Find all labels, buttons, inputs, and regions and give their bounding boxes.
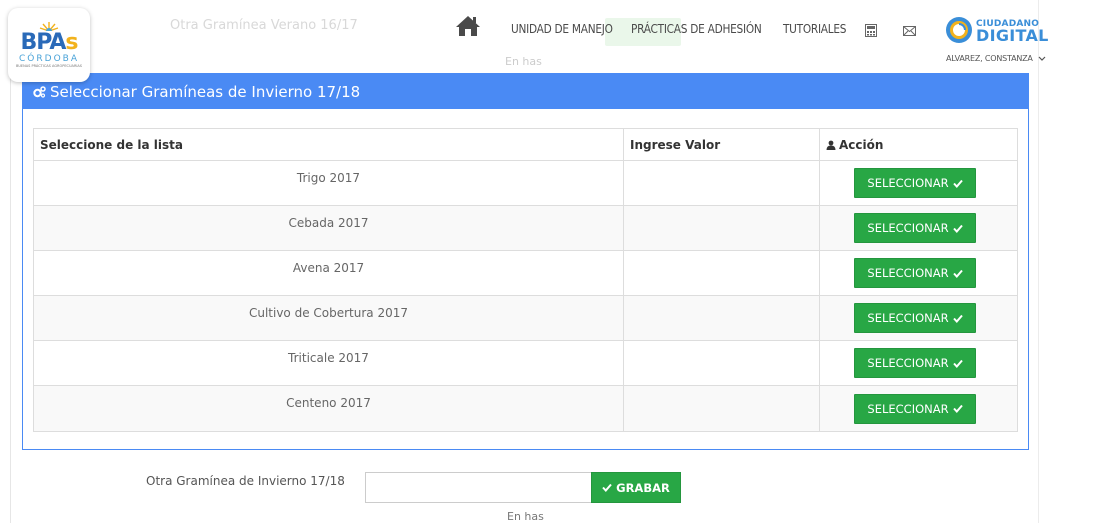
table-row: Cultivo de Cobertura 2017 SELECCIONAR xyxy=(34,296,1017,341)
panel-title: Seleccionar Gramíneas de Invierno 17/18 xyxy=(50,82,361,101)
table-row: Avena 2017 SELECCIONAR xyxy=(34,251,1017,296)
save-button-label: GRABAR xyxy=(616,480,670,495)
row-value-cell[interactable] xyxy=(624,341,820,385)
logo-wordmark-s: s xyxy=(65,30,78,55)
check-icon xyxy=(952,179,963,188)
user-name: ALVAREZ, CONSTANZA xyxy=(946,54,1033,63)
check-icon xyxy=(952,314,963,323)
calculator-icon[interactable] xyxy=(864,24,877,37)
row-value-cell[interactable] xyxy=(624,251,820,295)
background-frame-left xyxy=(10,70,11,523)
check-icon xyxy=(602,483,612,492)
chevron-down-icon xyxy=(1038,56,1046,61)
table-header: Seleccione de la lista Ingrese Valor Acc… xyxy=(34,129,1017,161)
column-header-action-label: Acción xyxy=(839,137,884,152)
cogs-icon xyxy=(33,85,46,98)
table-row: Triticale 2017 SELECCIONAR xyxy=(34,341,1017,386)
logo-wordmark: BPAs xyxy=(20,30,78,55)
row-value-cell[interactable] xyxy=(624,386,820,431)
form-hint: En has xyxy=(507,510,544,523)
check-icon xyxy=(952,404,963,413)
nav-unidad-de-manejo[interactable]: UNIDAD DE MANEJO xyxy=(511,22,613,36)
other-grass-label: Otra Gramínea de Invierno 17/18 xyxy=(146,474,345,488)
select-button-trigo[interactable]: SELECCIONAR xyxy=(854,168,976,198)
page: Otra Gramínea Verano 16/17 En has BPAs C… xyxy=(0,0,1112,523)
check-icon xyxy=(952,269,963,278)
table-row: Centeno 2017 SELECCIONAR xyxy=(34,386,1017,431)
select-button-label: SELECCIONAR xyxy=(867,176,949,190)
column-header-name: Seleccione de la lista xyxy=(34,129,624,160)
select-button-cultivo-de-cobertura[interactable]: SELECCIONAR xyxy=(854,303,976,333)
row-name: Centeno 2017 xyxy=(34,386,624,431)
row-name: Cebada 2017 xyxy=(34,206,624,250)
nav-practicas-de-adhesion[interactable]: PRÁCTICAS DE ADHESIÓN xyxy=(631,22,762,36)
grasses-table: Seleccione de la lista Ingrese Valor Acc… xyxy=(33,128,1018,432)
select-button-label: SELECCIONAR xyxy=(867,356,949,370)
column-header-action: Acción xyxy=(820,129,1017,160)
background-hint: En has xyxy=(505,55,542,68)
select-button-cebada[interactable]: SELECCIONAR xyxy=(854,213,976,243)
top-nav: UNIDAD DE MANEJO PRÁCTICAS DE ADHESIÓN T… xyxy=(455,14,936,44)
row-name: Trigo 2017 xyxy=(34,161,624,205)
ciudadano-digital-logo[interactable]: CIUDADANO DIGITAL xyxy=(945,16,1049,44)
select-button-label: SELECCIONAR xyxy=(867,221,949,235)
nav-tutoriales[interactable]: TUTORIALES xyxy=(783,22,847,36)
select-button-label: SELECCIONAR xyxy=(867,266,949,280)
row-action-cell: SELECCIONAR xyxy=(820,386,1017,431)
row-value-cell[interactable] xyxy=(624,296,820,340)
logo-wordmark-main: BPA xyxy=(20,30,66,55)
select-button-avena[interactable]: SELECCIONAR xyxy=(854,258,976,288)
background-frame-right xyxy=(1038,0,1039,523)
select-button-triticale[interactable]: SELECCIONAR xyxy=(854,348,976,378)
row-action-cell: SELECCIONAR xyxy=(820,206,1017,250)
table-row: Cebada 2017 SELECCIONAR xyxy=(34,206,1017,251)
row-value-cell[interactable] xyxy=(624,206,820,250)
table-row: Trigo 2017 SELECCIONAR xyxy=(34,161,1017,206)
row-action-cell: SELECCIONAR xyxy=(820,296,1017,340)
other-grass-input[interactable] xyxy=(365,472,592,503)
user-icon xyxy=(826,140,836,150)
logo-subtitle: CÓRDOBA xyxy=(19,54,79,64)
bpas-logo[interactable]: BPAs CÓRDOBA BUENAS PRÁCTICAS AGROPECUAR… xyxy=(8,8,90,82)
save-button[interactable]: GRABAR xyxy=(591,472,681,503)
row-action-cell: SELECCIONAR xyxy=(820,161,1017,205)
logo-tagline: BUENAS PRÁCTICAS AGROPECUARIAS xyxy=(15,64,83,68)
select-button-label: SELECCIONAR xyxy=(867,401,949,416)
row-action-cell: SELECCIONAR xyxy=(820,251,1017,295)
select-button-centeno[interactable]: SELECCIONAR xyxy=(854,393,976,424)
row-name: Cultivo de Cobertura 2017 xyxy=(34,296,624,340)
select-button-label: SELECCIONAR xyxy=(867,311,949,325)
ciudadano-digital-icon xyxy=(946,17,972,43)
select-grasses-panel: Seleccionar Gramíneas de Invierno 17/18 … xyxy=(22,73,1029,450)
envelope-icon[interactable] xyxy=(902,25,916,36)
row-value-cell[interactable] xyxy=(624,161,820,205)
user-menu[interactable]: ALVAREZ, CONSTANZA xyxy=(946,54,1046,63)
check-icon xyxy=(952,224,963,233)
check-icon xyxy=(952,359,963,368)
digital-label: DIGITAL xyxy=(976,26,1049,45)
row-name: Triticale 2017 xyxy=(34,341,624,385)
panel-header: Seleccionar Gramíneas de Invierno 17/18 xyxy=(23,74,1028,109)
ciudadano-digital-text: CIUDADANO DIGITAL xyxy=(976,18,1049,45)
background-title: Otra Gramínea Verano 16/17 xyxy=(170,18,358,33)
row-name: Avena 2017 xyxy=(34,251,624,295)
home-icon[interactable] xyxy=(455,15,481,37)
row-action-cell: SELECCIONAR xyxy=(820,341,1017,385)
column-header-value: Ingrese Valor xyxy=(624,129,820,160)
